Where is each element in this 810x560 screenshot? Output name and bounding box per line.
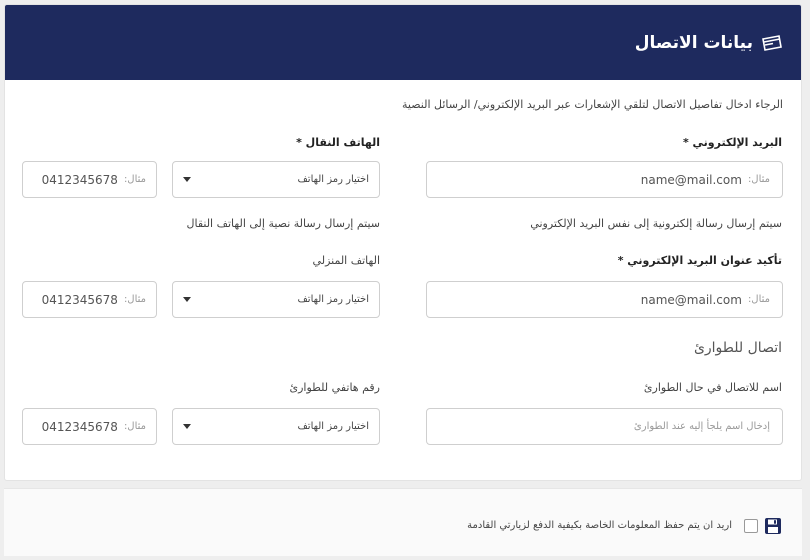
mobile-label: الهاتف النقال * — [296, 136, 380, 149]
save-payment-label: اريد ان يتم حفظ المعلومات الخاصة بكيفية … — [467, 520, 732, 531]
mobile-number-field[interactable]: مثال: 0412345678 — [22, 161, 157, 198]
floppy-disk-icon — [764, 517, 782, 539]
card-title: بيانات الاتصال — [634, 32, 753, 53]
emergency-name-label: اسم للاتصال في حال الطوارئ — [643, 381, 782, 394]
save-payment-checkbox[interactable] — [744, 519, 758, 533]
home-phone-code-select[interactable]: اختيار رمز الهاتف — [172, 281, 380, 318]
confirm-email-label: تأكيد عنوان البريد الإلكتروني * — [617, 254, 782, 267]
card-icon — [761, 34, 783, 52]
email-label: البريد الإلكتروني * — [682, 136, 782, 149]
emergency-phone-number-field[interactable]: مثال: 0412345678 — [22, 408, 157, 445]
emergency-phone-label: رقم هاتفي للطوارئ — [289, 381, 380, 394]
email-hint: سيتم إرسال رسالة إلكترونية إلى نفس البري… — [530, 217, 782, 230]
chevron-down-icon — [183, 297, 191, 302]
confirm-email-field[interactable]: مثال: name@mail.com — [426, 281, 783, 318]
email-field[interactable]: مثال: name@mail.com — [426, 161, 783, 198]
card-header: بيانات الاتصال — [5, 5, 801, 80]
mobile-code-select[interactable]: اختيار رمز الهاتف — [172, 161, 380, 198]
emergency-section-title: اتصال للطوارئ — [693, 340, 782, 356]
emergency-name-field[interactable]: إدخال اسم يلجأ إليه عند الطوارئ — [426, 408, 783, 445]
home-phone-number-field[interactable]: مثال: 0412345678 — [22, 281, 157, 318]
intro-text: الرجاء ادخال تفاصيل الاتصال لتلقي الإشعا… — [402, 98, 783, 111]
chevron-down-icon — [183, 424, 191, 429]
mobile-hint: سيتم إرسال رسالة نصية إلى الهاتف النقال — [186, 217, 380, 230]
emergency-phone-code-select[interactable]: اختيار رمز الهاتف — [172, 408, 380, 445]
home-phone-label: الهاتف المنزلي — [312, 254, 380, 267]
chevron-down-icon — [183, 177, 191, 182]
